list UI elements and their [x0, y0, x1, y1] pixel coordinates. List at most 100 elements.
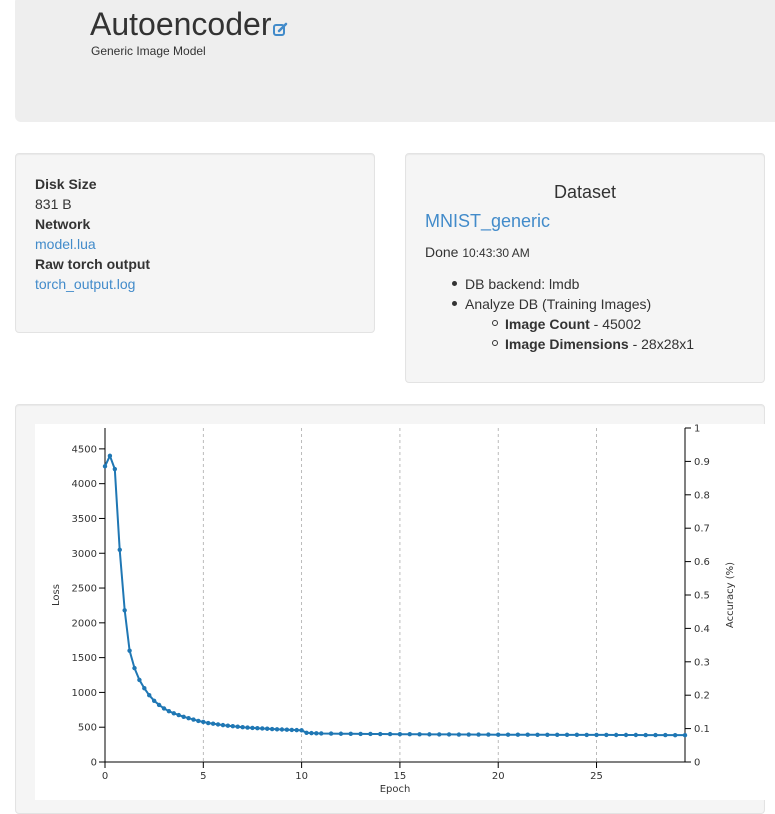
- x-tick-label: 0: [102, 771, 108, 782]
- raw-output-label: Raw torch output: [35, 256, 151, 272]
- y2-tick-label: 0: [694, 758, 700, 769]
- y-tick-label: 1500: [72, 653, 97, 664]
- loss-point: [142, 686, 147, 691]
- image-count-label: Image Count: [505, 316, 590, 332]
- loss-point: [309, 730, 314, 736]
- loss-point: [304, 730, 309, 735]
- loss-point: [505, 732, 511, 737]
- raw-output-link[interactable]: torch_output.log: [35, 276, 135, 292]
- loss-point: [260, 726, 265, 731]
- loss-point: [147, 693, 152, 698]
- y2-tick-label: 0.1: [694, 724, 710, 735]
- x-tick-label: 25: [590, 771, 603, 782]
- loss-point: [132, 665, 137, 671]
- loss-point: [682, 732, 688, 738]
- x-tick-label: 5: [200, 771, 206, 782]
- loss-point: [102, 464, 108, 469]
- loss-point: [427, 732, 432, 737]
- loss-point: [299, 728, 304, 733]
- loss-point: [279, 727, 285, 732]
- page-title: Autoencoder: [90, 6, 288, 43]
- model-subtitle: Generic Image Model: [91, 44, 206, 58]
- loss-point: [476, 732, 481, 737]
- edit-icon[interactable]: [273, 22, 288, 37]
- y2-tick-label: 1: [694, 424, 700, 435]
- loss-point: [633, 732, 639, 738]
- y2-tick-label: 0.9: [694, 457, 710, 468]
- model-name: Autoencoder: [90, 6, 272, 42]
- loss-chart: 0 500 1000 1500 2000 2500 3000 3500 4000 4500 0 0.1…: [35, 424, 775, 800]
- y-tick-label: 0: [91, 758, 97, 769]
- chart-background: [35, 424, 775, 800]
- loss-point: [107, 453, 113, 459]
- y-tick-label: 3500: [72, 514, 97, 525]
- dataset-details-list: DB backend: lmdb Analyze DB (Training Im…: [451, 274, 695, 354]
- image-count-value: - 45002: [589, 316, 642, 332]
- loss-point: [265, 726, 270, 731]
- loss-point: [215, 722, 221, 727]
- network-link[interactable]: model.lua: [35, 236, 96, 252]
- y2-tick-label: 0.3: [694, 657, 710, 668]
- loss-point: [137, 677, 142, 683]
- y-tick-label: 2000: [72, 618, 97, 629]
- y-tick-label: 3000: [72, 549, 97, 560]
- loss-point: [613, 732, 619, 738]
- loss-point: [466, 732, 471, 737]
- loss-point: [653, 732, 658, 738]
- dataset-link[interactable]: MNIST_generic: [425, 211, 550, 232]
- loss-point: [284, 727, 290, 732]
- loss-point: [196, 718, 201, 724]
- loss-point: [545, 732, 550, 737]
- loss-point: [225, 723, 231, 728]
- x-tick-label: 10: [295, 771, 308, 782]
- list-item-image-count: Image Count - 45002: [491, 314, 694, 334]
- loss-point: [604, 732, 609, 738]
- loss-point: [456, 732, 462, 737]
- list-item-image-dims: Image Dimensions - 28x28x1: [491, 334, 695, 354]
- y2-tick-label: 0.8: [694, 490, 710, 501]
- image-dims-value: - 28x28x1: [628, 336, 695, 352]
- loss-point: [574, 732, 580, 738]
- loss-point: [289, 727, 294, 733]
- loss-point: [206, 720, 211, 726]
- loss-point: [584, 732, 589, 738]
- loss-point: [437, 732, 442, 737]
- y-axis-label: Loss: [51, 584, 62, 606]
- loss-point: [210, 721, 216, 726]
- y-tick-label: 2500: [72, 584, 97, 595]
- network-label: Network: [35, 216, 91, 232]
- loss-point: [358, 731, 363, 737]
- y2-tick-label: 0.5: [694, 591, 710, 602]
- loss-point: [269, 726, 275, 732]
- y2-axis-label: Accuracy (%): [725, 562, 736, 628]
- loss-point: [235, 724, 240, 729]
- loss-point: [166, 709, 172, 714]
- loss-point: [338, 731, 344, 736]
- list-item-analyze: Analyze DB (Training Images): [451, 294, 694, 314]
- y2-tick-label: 0.7: [694, 524, 710, 535]
- loss-point: [230, 723, 235, 729]
- dataset-panel: Dataset MNIST_generic Done 10:43:30 AM D…: [405, 153, 765, 383]
- y-tick-label: 1000: [72, 688, 97, 699]
- x-tick-label: 20: [492, 771, 505, 782]
- loss-point: [397, 731, 403, 737]
- loss-point: [117, 547, 122, 552]
- loss-point: [328, 731, 334, 736]
- y-tick-label: 4500: [72, 444, 97, 455]
- loss-point: [240, 725, 245, 730]
- loss-point: [515, 732, 521, 737]
- y-tick-label: 500: [78, 723, 97, 734]
- loss-point: [274, 727, 280, 732]
- model-info-panel: Disk Size 831 B Network model.lua Raw to…: [15, 153, 375, 333]
- loss-point: [191, 717, 196, 722]
- dataset-status-text: Done: [425, 244, 459, 260]
- loss-point: [643, 732, 648, 738]
- loss-point: [151, 698, 157, 703]
- loss-point: [122, 608, 127, 613]
- loss-point: [623, 732, 629, 738]
- dataset-status-time: 10:43:30 AM: [462, 246, 530, 260]
- loss-point: [368, 731, 373, 737]
- loss-point: [535, 732, 540, 737]
- loss-point: [663, 732, 668, 738]
- loss-point: [181, 714, 186, 719]
